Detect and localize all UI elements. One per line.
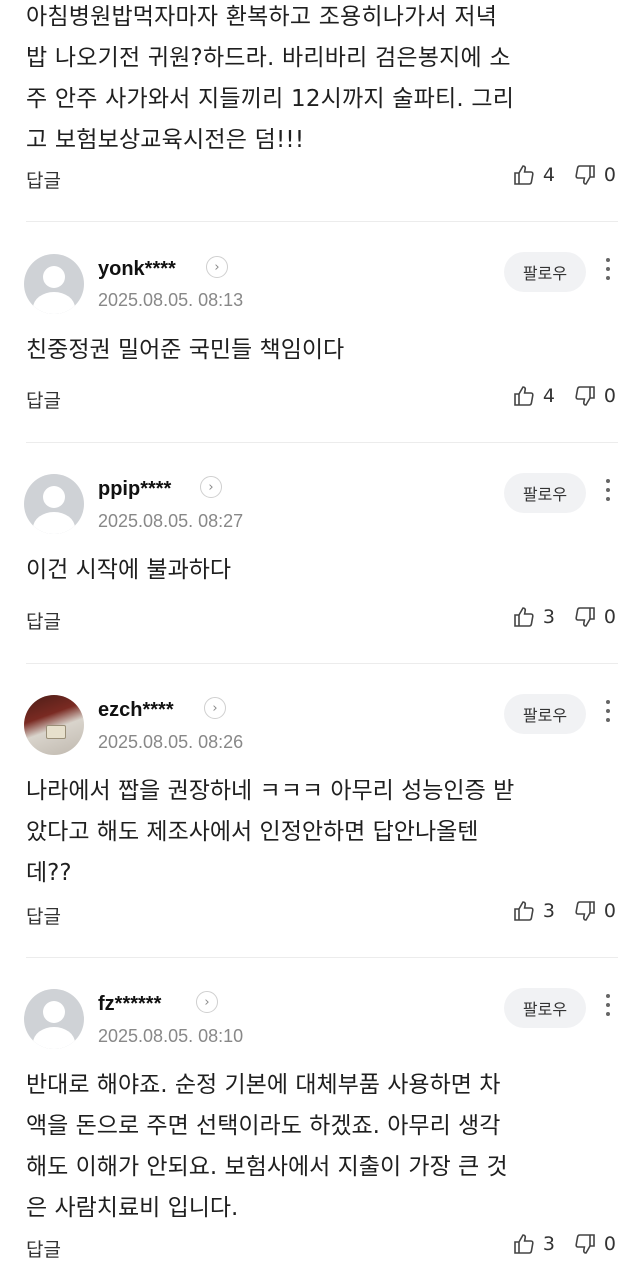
more-vertical-icon[interactable] [600, 479, 616, 501]
reaction-bar: 3 0 [512, 605, 616, 629]
dislike-count: 0 [603, 606, 616, 628]
comment-date: 2025.08.05. 08:26 [98, 732, 244, 752]
follow-button[interactable]: 팔로우 [504, 473, 586, 513]
like-count: 3 [542, 606, 555, 628]
username[interactable]: ezch**** [98, 699, 174, 722]
divider [26, 221, 618, 222]
username[interactable]: fz****** [98, 993, 161, 1016]
reply-button[interactable]: 답글 [26, 607, 61, 634]
chevron-right-icon[interactable]: › [206, 256, 228, 278]
chevron-right-icon[interactable]: › [200, 476, 222, 498]
avatar[interactable] [24, 989, 84, 1049]
like-button[interactable]: 3 [512, 605, 555, 629]
more-vertical-icon[interactable] [600, 258, 616, 280]
reply-button[interactable]: 답글 [26, 386, 61, 413]
thumbs-down-icon [575, 607, 595, 627]
thumbs-up-icon [514, 901, 534, 921]
avatar[interactable] [24, 474, 84, 534]
dislike-button[interactable]: 0 [573, 163, 616, 187]
avatar[interactable] [24, 254, 84, 314]
dislike-button[interactable]: 0 [573, 384, 616, 408]
comment-text: 이건 시작에 불과하다 [26, 557, 232, 583]
comment-date: 2025.08.05. 08:27 [98, 511, 244, 531]
username[interactable]: ppip**** [98, 478, 171, 501]
follow-button[interactable]: 팔로우 [504, 988, 586, 1028]
comment-text: 친중정권 밀어준 국민들 책임이다 [26, 337, 345, 363]
dislike-count: 0 [603, 1233, 616, 1255]
like-count: 3 [542, 900, 555, 922]
more-vertical-icon[interactable] [600, 700, 616, 722]
thumbs-up-icon [514, 386, 534, 406]
thumbs-up-icon [514, 607, 534, 627]
thumbs-up-icon [514, 1234, 534, 1254]
avatar[interactable] [24, 695, 84, 755]
thumbs-up-icon [514, 165, 534, 185]
thumbs-down-icon [575, 386, 595, 406]
dislike-count: 0 [603, 385, 616, 407]
divider [26, 442, 618, 443]
like-button[interactable]: 3 [512, 1232, 555, 1256]
reaction-bar: 4 0 [512, 163, 616, 187]
comment-text: 나라에서 짭을 권장하네 ㅋㅋㅋ 아무리 성능인증 받 았다고 해도 제조사에서… [26, 778, 515, 886]
username[interactable]: yonk**** [98, 258, 176, 281]
like-count: 3 [542, 1233, 555, 1255]
dislike-button[interactable]: 0 [573, 1232, 616, 1256]
reply-button[interactable]: 답글 [26, 902, 61, 929]
dislike-button[interactable]: 0 [573, 899, 616, 923]
chevron-right-icon[interactable]: › [196, 991, 218, 1013]
comment-text: 반대로 해야죠. 순정 기본에 대체부품 사용하면 차 액을 돈으로 주면 선택… [26, 1072, 508, 1221]
reply-button[interactable]: 답글 [26, 1235, 61, 1262]
thumbs-down-icon [575, 901, 595, 921]
divider [26, 957, 618, 958]
reaction-bar: 3 0 [512, 1232, 616, 1256]
reply-button[interactable]: 답글 [26, 166, 61, 193]
like-count: 4 [542, 164, 555, 186]
like-button[interactable]: 3 [512, 899, 555, 923]
reaction-bar: 4 0 [512, 384, 616, 408]
dislike-button[interactable]: 0 [573, 605, 616, 629]
follow-button[interactable]: 팔로우 [504, 252, 586, 292]
comment-date: 2025.08.05. 08:13 [98, 290, 244, 310]
comment-date: 2025.08.05. 08:10 [98, 1026, 244, 1046]
dislike-count: 0 [603, 164, 616, 186]
divider [26, 663, 618, 664]
thumbs-down-icon [575, 1234, 595, 1254]
chevron-right-icon[interactable]: › [204, 697, 226, 719]
dislike-count: 0 [603, 900, 616, 922]
like-button[interactable]: 4 [512, 163, 555, 187]
more-vertical-icon[interactable] [600, 994, 616, 1016]
follow-button[interactable]: 팔로우 [504, 694, 586, 734]
like-button[interactable]: 4 [512, 384, 555, 408]
comment-text: 아침병원밥먹자마자 환복하고 조용히나가서 저녁 밥 나오기전 귀원?하드라. … [26, 4, 515, 153]
like-count: 4 [542, 385, 555, 407]
reaction-bar: 3 0 [512, 899, 616, 923]
thumbs-down-icon [575, 165, 595, 185]
